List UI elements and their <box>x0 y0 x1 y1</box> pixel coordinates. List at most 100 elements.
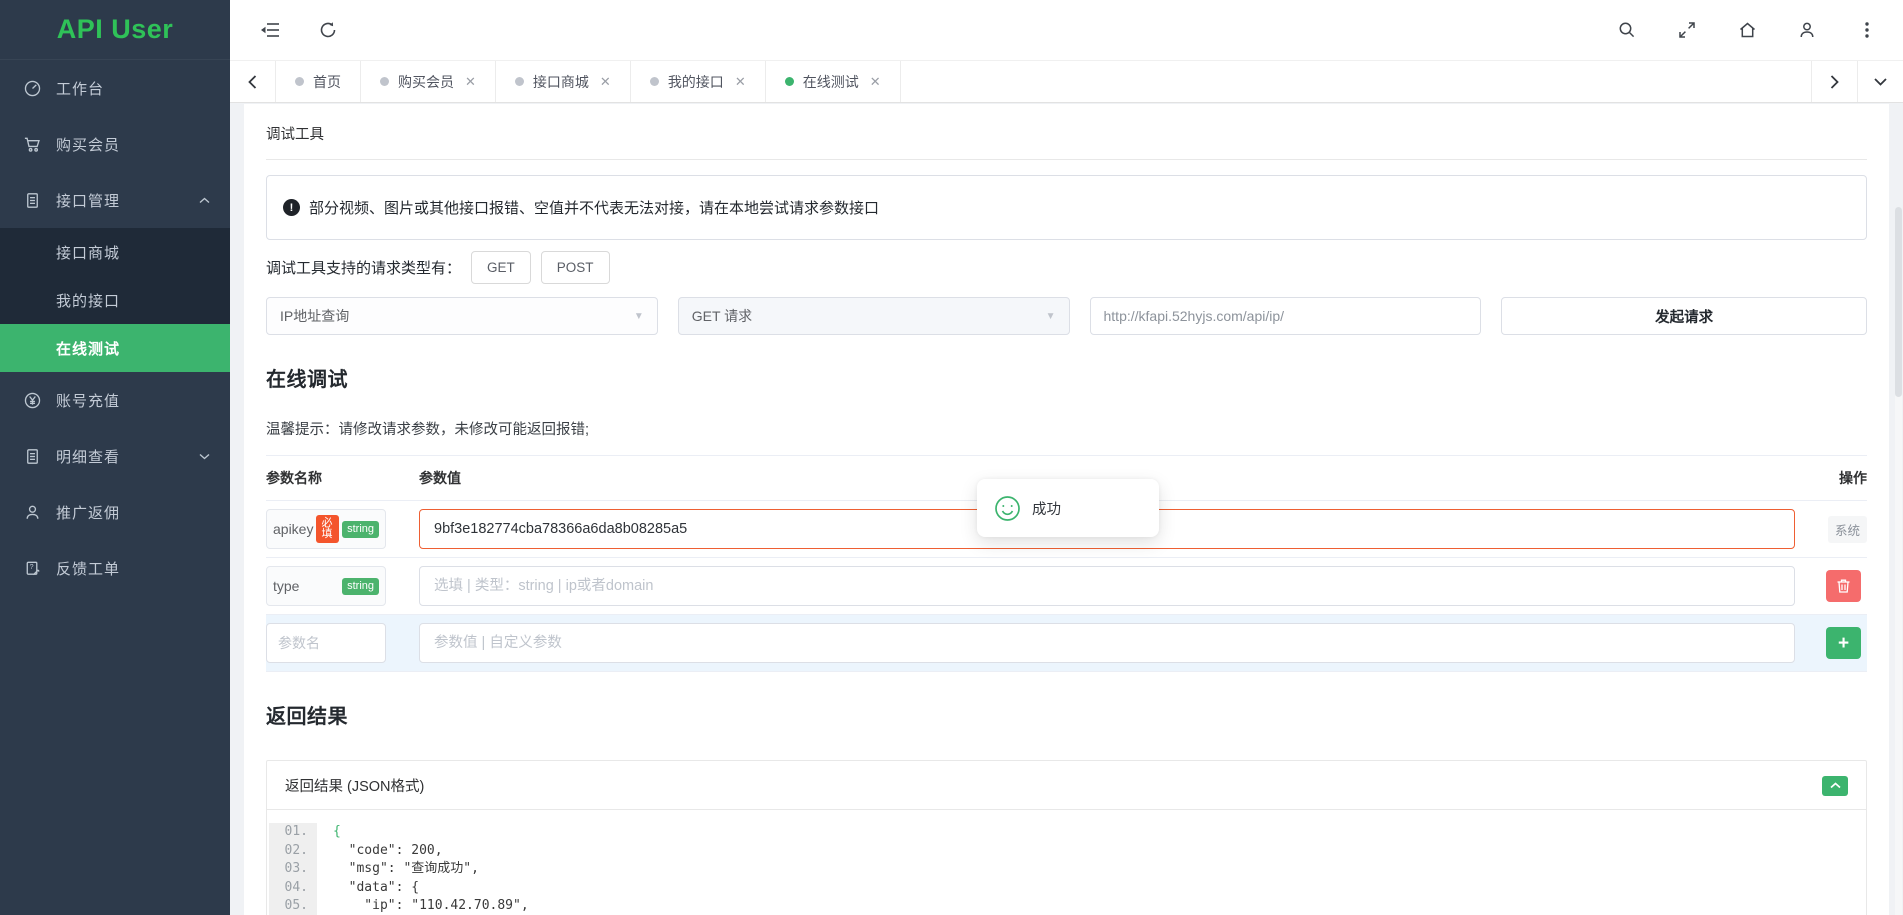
line-content: "msg": "查询成功", <box>317 860 479 879</box>
required-badge: 必填 <box>316 515 339 543</box>
tab-buy-member[interactable]: 购买会员 ✕ <box>361 61 496 102</box>
refresh-icon[interactable] <box>318 20 338 40</box>
document-icon <box>23 191 42 210</box>
collapse-panel-button[interactable] <box>1822 776 1848 796</box>
sidebar-item-workbench[interactable]: 工作台 <box>0 60 230 116</box>
sidebar-item-label: 推广返佣 <box>56 502 120 523</box>
action-cell <box>1795 570 1867 602</box>
code-line: 02. "code": 200, <box>269 842 1848 861</box>
sidebar-item-my-api[interactable]: 我的接口 <box>0 276 230 324</box>
param-name: type <box>273 578 299 594</box>
tab-label: 接口商城 <box>533 72 589 92</box>
card-title: 调试工具 <box>266 104 1867 160</box>
request-row: IP地址查询 ▼ GET 请求 ▼ 发起请求 <box>266 297 1867 335</box>
tabs-menu-icon[interactable] <box>1857 61 1903 102</box>
request-type-select[interactable]: GET 请求 ▼ <box>678 297 1070 335</box>
select-arrow-icon: ▼ <box>1046 311 1056 322</box>
sidebar-item-online-test[interactable]: 在线测试 <box>0 324 230 372</box>
dashboard-icon <box>23 79 42 98</box>
code-line: 05. "ip": "110.42.70.89", <box>269 897 1848 915</box>
vertical-scrollbar[interactable] <box>1895 207 1902 915</box>
sidebar: API User 工作台 购买会员 接口管理 接口商城 我的接口 在线测试 账号… <box>0 0 230 915</box>
param-name-box: apikey 必填 string <box>266 509 386 549</box>
smiley-success-icon <box>994 495 1021 522</box>
tab-close-icon[interactable]: ✕ <box>735 74 746 90</box>
line-number: 04. <box>269 879 317 898</box>
sidebar-item-feedback[interactable]: ? 反馈工单 <box>0 540 230 596</box>
top-bar <box>230 0 1903 60</box>
send-request-button[interactable]: 发起请求 <box>1501 297 1867 335</box>
online-debug-hint: 温馨提示：请修改请求参数，未修改可能返回报错; <box>266 418 1867 439</box>
fullscreen-icon[interactable] <box>1677 20 1697 40</box>
sidebar-item-recharge[interactable]: 账号充值 <box>0 372 230 428</box>
result-section-title: 返回结果 <box>266 700 1867 729</box>
trash-icon <box>1837 579 1850 593</box>
line-content: "ip": "110.42.70.89", <box>317 897 529 915</box>
search-icon[interactable] <box>1617 20 1637 40</box>
add-param-button[interactable]: + <box>1826 627 1861 659</box>
tab-close-icon[interactable]: ✕ <box>870 74 881 90</box>
code-line: 04. "data": { <box>269 879 1848 898</box>
sidebar-item-api-shop[interactable]: 接口商城 <box>0 228 230 276</box>
line-content: "data": { <box>317 879 419 898</box>
scrollbar-thumb[interactable] <box>1895 207 1902 397</box>
param-row-custom: + <box>266 615 1867 672</box>
methods-label: 调试工具支持的请求类型有： <box>266 257 461 278</box>
success-toast: 成功 <box>977 479 1159 537</box>
exclamation-icon: ! <box>283 199 300 216</box>
tab-home[interactable]: 首页 <box>276 61 361 102</box>
header-param-name: 参数名称 <box>266 468 386 488</box>
custom-param-value-input[interactable] <box>419 623 1795 663</box>
code-line: 03. "msg": "查询成功", <box>269 860 1848 879</box>
sidebar-item-label: 工作台 <box>56 78 104 99</box>
system-tag: 系统 <box>1828 516 1867 543</box>
result-panel-title: 返回结果 (JSON格式) <box>285 775 424 796</box>
tab-close-icon[interactable]: ✕ <box>600 74 611 90</box>
user-icon[interactable] <box>1797 20 1817 40</box>
tab-online-test[interactable]: 在线测试 ✕ <box>766 61 901 102</box>
param-name-box: type string <box>266 566 386 606</box>
select-arrow-icon: ▼ <box>634 311 644 322</box>
notice-alert: ! 部分视频、图片或其他接口报错、空值并不代表无法对接，请在本地尝试请求参数接口 <box>266 175 1867 240</box>
get-method-button[interactable]: GET <box>471 251 531 284</box>
post-method-button[interactable]: POST <box>541 251 610 284</box>
tab-label: 首页 <box>313 72 341 92</box>
sidebar-item-detail-view[interactable]: 明细查看 <box>0 428 230 484</box>
tab-dot <box>295 77 304 86</box>
cart-icon <box>23 135 42 154</box>
sidebar-item-label: 反馈工单 <box>56 558 120 579</box>
sidebar-item-buy-member[interactable]: 购买会员 <box>0 116 230 172</box>
tabs-scroll-right-icon[interactable] <box>1811 61 1857 102</box>
sidebar-item-label: 我的接口 <box>56 290 120 311</box>
tabs-scroll-left-icon[interactable] <box>230 61 276 102</box>
tab-close-icon[interactable]: ✕ <box>465 74 476 90</box>
type-value-input[interactable] <box>419 566 1795 606</box>
sidebar-item-label: 购买会员 <box>56 134 120 155</box>
yen-circle-icon <box>23 391 42 410</box>
tab-api-shop[interactable]: 接口商城 ✕ <box>496 61 631 102</box>
line-content: { <box>317 823 341 842</box>
svg-text:?: ? <box>30 562 35 570</box>
request-type-value: GET 请求 <box>692 306 752 326</box>
type-badge: string <box>342 521 379 538</box>
online-debug-title: 在线调试 <box>266 363 1867 392</box>
chevron-up-icon <box>1830 782 1841 789</box>
sidebar-item-api-manage[interactable]: 接口管理 <box>0 172 230 228</box>
result-panel: 返回结果 (JSON格式) 01.{ 02. "code": 200, 03. … <box>266 760 1867 915</box>
line-number: 01. <box>269 823 317 842</box>
tabbar-spacer <box>901 61 1811 102</box>
api-select-value: IP地址查询 <box>280 306 349 326</box>
home-icon[interactable] <box>1737 20 1757 40</box>
app-logo: API User <box>0 0 230 60</box>
more-vertical-icon[interactable] <box>1857 20 1877 40</box>
delete-param-button[interactable] <box>1826 570 1861 602</box>
sidebar-item-promotion[interactable]: 推广返佣 <box>0 484 230 540</box>
tab-my-api[interactable]: 我的接口 ✕ <box>631 61 766 102</box>
custom-param-name-input[interactable] <box>266 623 386 663</box>
sidebar-fold-icon[interactable] <box>260 20 280 40</box>
result-panel-header: 返回结果 (JSON格式) <box>267 761 1866 810</box>
request-url-input[interactable] <box>1090 297 1482 335</box>
api-select[interactable]: IP地址查询 ▼ <box>266 297 658 335</box>
param-name: apikey <box>273 521 313 537</box>
sidebar-item-label: 在线测试 <box>56 338 120 359</box>
